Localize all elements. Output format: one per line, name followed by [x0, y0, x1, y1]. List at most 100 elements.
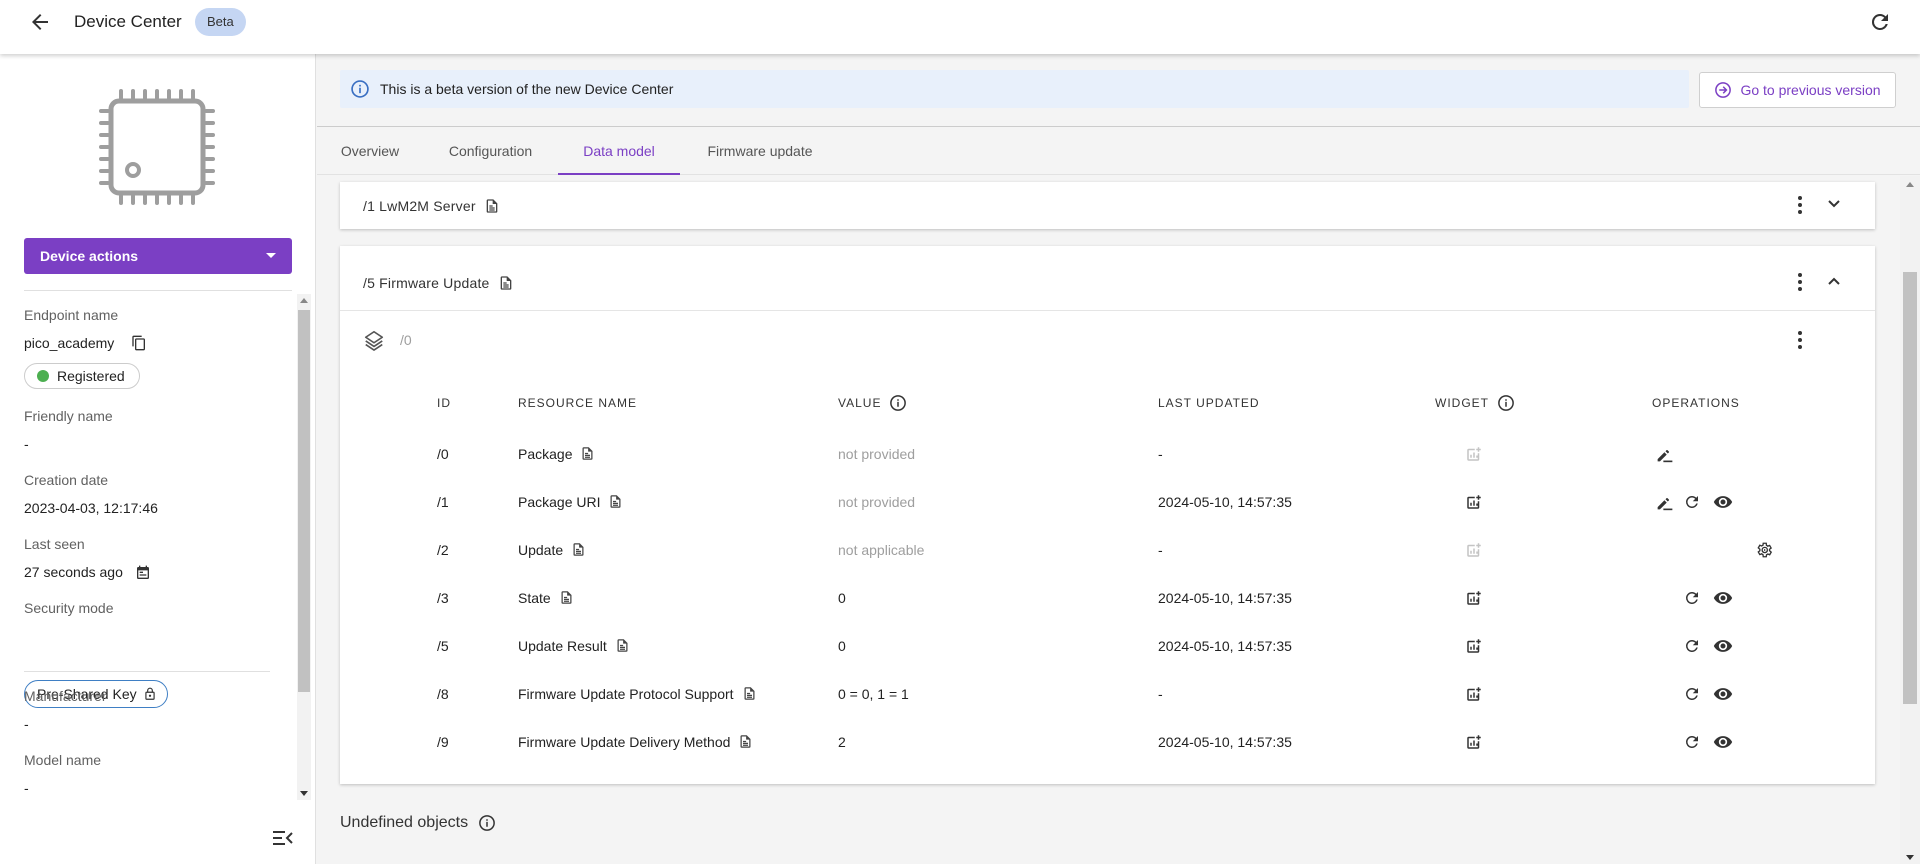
document-icon[interactable] — [498, 274, 514, 292]
scroll-up-arrow-icon[interactable] — [1906, 182, 1914, 187]
divider — [340, 310, 1875, 311]
resource-last-updated: 2024-05-10, 14:57:35 — [1158, 590, 1292, 606]
refresh-icon[interactable] — [1868, 10, 1892, 34]
scroll-up-arrow-icon[interactable] — [300, 298, 308, 303]
column-header-widget-label: WIDGET — [1435, 396, 1489, 410]
manufacturer-label: Manufacturer — [24, 688, 107, 704]
chevron-up-icon[interactable] — [1827, 276, 1841, 286]
resource-name-text: State — [518, 589, 551, 606]
resource-id: /1 — [437, 494, 449, 510]
observe-eye-icon[interactable] — [1713, 494, 1733, 510]
collapse-sidebar-icon[interactable] — [272, 829, 294, 847]
instance-options-icon[interactable] — [1797, 330, 1803, 350]
calendar-icon[interactable] — [135, 565, 151, 581]
undefined-objects-label: Undefined objects — [340, 814, 469, 831]
resource-last-updated: - — [1158, 446, 1163, 462]
security-mode-label: Security mode — [24, 600, 114, 616]
observe-eye-icon[interactable] — [1713, 686, 1733, 702]
resource-value: not provided — [838, 446, 916, 462]
layers-icon — [363, 328, 385, 352]
sidebar-scroll-thumb[interactable] — [298, 310, 310, 692]
document-icon[interactable] — [608, 493, 623, 510]
chevron-down-icon[interactable] — [1827, 199, 1841, 209]
resource-last-updated: - — [1158, 686, 1163, 702]
resource-name: Package URI — [518, 493, 623, 510]
instance-id[interactable]: /0 — [400, 332, 412, 348]
resource-name-text: Update Result — [518, 637, 607, 654]
creation-date-value: 2023-04-03, 12:17:46 — [24, 500, 158, 516]
divider — [24, 290, 292, 291]
add-widget-icon[interactable] — [1465, 493, 1483, 511]
add-widget-icon-disabled — [1465, 541, 1483, 559]
more-options-icon[interactable] — [1797, 195, 1803, 215]
last-seen-label: Last seen — [24, 536, 85, 552]
back-arrow-icon[interactable] — [28, 10, 52, 34]
read-refresh-icon[interactable] — [1683, 685, 1701, 703]
resource-id: /0 — [437, 446, 449, 462]
tab-overview[interactable]: Overview — [317, 127, 423, 175]
read-refresh-icon[interactable] — [1683, 637, 1701, 655]
banner-text: This is a beta version of the new Device… — [380, 81, 674, 97]
resource-value: not provided — [838, 494, 916, 510]
sidebar-scrollbar[interactable] — [297, 294, 311, 800]
object-card-lwm2m-server[interactable]: /1 LwM2M Server — [340, 182, 1875, 229]
column-header-last-updated: LAST UPDATED — [1158, 396, 1260, 410]
column-header-widget: WIDGET — [1435, 394, 1515, 412]
app-title: Device Center — [74, 12, 182, 31]
info-icon[interactable] — [1497, 394, 1515, 412]
execute-gear-icon[interactable] — [1755, 541, 1773, 559]
add-widget-icon-disabled — [1465, 445, 1483, 463]
scroll-down-arrow-icon[interactable] — [1906, 855, 1914, 860]
tab-configuration[interactable]: Configuration — [423, 127, 558, 175]
add-widget-icon[interactable] — [1465, 733, 1483, 751]
tab-firmware-update[interactable]: Firmware update — [680, 127, 840, 175]
resource-name-text: Package — [518, 445, 573, 462]
resource-id: /8 — [437, 686, 449, 702]
device-actions-button[interactable]: Device actions — [24, 238, 292, 274]
resource-value: 0 — [838, 638, 846, 654]
scroll-down-arrow-icon[interactable] — [300, 791, 308, 796]
resource-name: Package — [518, 445, 595, 462]
more-options-icon[interactable] — [1797, 272, 1803, 292]
write-edit-icon[interactable] — [1655, 445, 1675, 463]
resource-value: 0 — [838, 590, 846, 606]
document-icon[interactable] — [559, 589, 574, 606]
info-icon[interactable] — [478, 814, 496, 832]
column-header-id: ID — [437, 396, 451, 410]
add-widget-icon[interactable] — [1465, 589, 1483, 607]
read-refresh-icon[interactable] — [1683, 733, 1701, 751]
copy-icon[interactable] — [131, 335, 147, 351]
go-to-previous-version-button[interactable]: Go to previous version — [1699, 72, 1896, 108]
document-icon[interactable] — [738, 733, 753, 750]
resource-last-updated: 2024-05-10, 14:57:35 — [1158, 734, 1292, 750]
add-widget-icon[interactable] — [1465, 637, 1483, 655]
main-scroll-thumb[interactable] — [1903, 272, 1917, 704]
lock-icon — [144, 687, 155, 700]
read-refresh-icon[interactable] — [1683, 493, 1701, 511]
resource-value: 0 = 0, 1 = 1 — [838, 686, 909, 702]
observe-eye-icon[interactable] — [1713, 638, 1733, 654]
document-icon[interactable] — [615, 637, 630, 654]
resource-name: Update Result — [518, 637, 630, 654]
top-bar: Device Center Beta — [0, 0, 1920, 54]
resource-name: Firmware Update Protocol Support — [518, 685, 757, 702]
document-icon[interactable] — [484, 197, 500, 215]
document-icon[interactable] — [571, 541, 586, 558]
info-icon — [351, 80, 369, 98]
resource-name-text: Firmware Update Protocol Support — [518, 685, 734, 702]
document-icon[interactable] — [742, 685, 757, 702]
write-edit-icon[interactable] — [1655, 493, 1675, 511]
tab-data-model[interactable]: Data model — [558, 127, 680, 175]
observe-eye-icon[interactable] — [1713, 590, 1733, 606]
main-scrollbar[interactable] — [1900, 176, 1920, 864]
friendly-name-label: Friendly name — [24, 408, 113, 424]
device-actions-label: Device actions — [40, 248, 139, 264]
beta-badge: Beta — [195, 8, 246, 36]
resource-name: Firmware Update Delivery Method — [518, 733, 753, 750]
add-widget-icon[interactable] — [1465, 685, 1483, 703]
last-seen-value: 27 seconds ago — [24, 564, 123, 580]
read-refresh-icon[interactable] — [1683, 589, 1701, 607]
document-icon[interactable] — [580, 445, 595, 462]
observe-eye-icon[interactable] — [1713, 734, 1733, 750]
info-icon[interactable] — [889, 394, 907, 412]
